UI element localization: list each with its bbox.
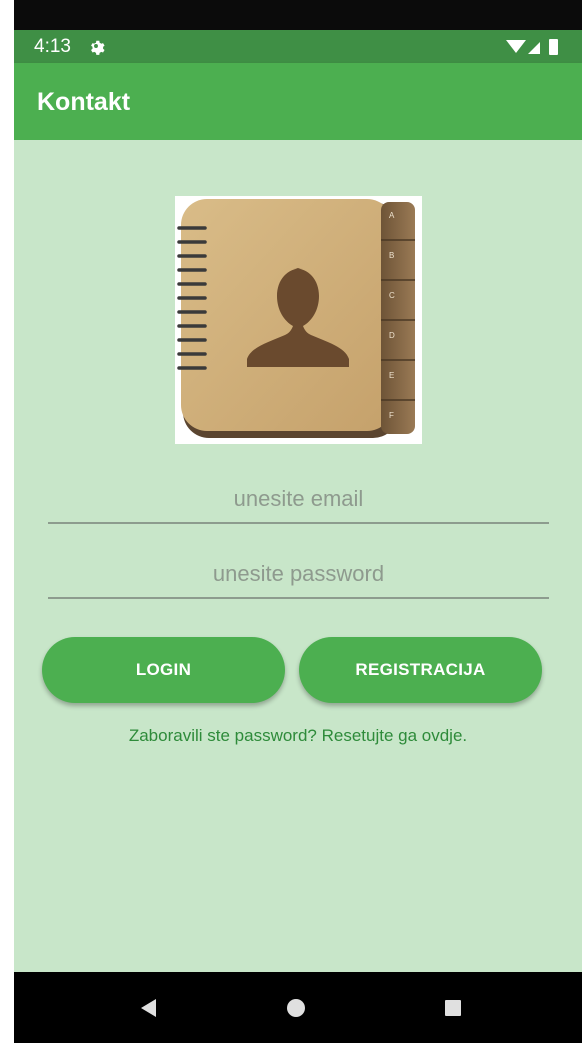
login-screen: A B C D E F LOGIN bbox=[14, 140, 582, 972]
address-book-logo: A B C D E F bbox=[175, 196, 422, 444]
status-bar: 4:13 bbox=[14, 30, 582, 63]
status-right-icons bbox=[506, 39, 558, 55]
email-input[interactable] bbox=[48, 476, 549, 522]
wifi-icon bbox=[506, 40, 526, 53]
forgot-password-link[interactable]: Zaboravili ste password? Resetujte ga ov… bbox=[14, 726, 582, 746]
home-button[interactable] bbox=[282, 994, 310, 1022]
email-field[interactable] bbox=[48, 476, 549, 524]
signal-icon bbox=[528, 42, 540, 54]
app-bar: Kontakt bbox=[14, 63, 582, 140]
top-bezel bbox=[14, 0, 582, 30]
svg-text:F: F bbox=[389, 411, 394, 420]
phone-screen: 4:13 Kontakt A B C D E F unesite email L… bbox=[14, 0, 582, 1043]
address-book-icon: A B C D E F bbox=[177, 199, 415, 438]
password-field[interactable] bbox=[48, 551, 549, 599]
battery-icon bbox=[549, 39, 558, 55]
svg-text:C: C bbox=[389, 291, 395, 300]
svg-text:E: E bbox=[389, 371, 394, 380]
register-button[interactable]: REGISTRACIJA bbox=[299, 637, 542, 703]
recents-button[interactable] bbox=[439, 994, 467, 1022]
back-button[interactable] bbox=[134, 994, 162, 1022]
svg-text:D: D bbox=[389, 331, 395, 340]
back-icon[interactable] bbox=[138, 997, 158, 1019]
index-tabs bbox=[381, 202, 415, 434]
app-title: Kontakt bbox=[37, 88, 131, 116]
gear-icon bbox=[91, 40, 105, 55]
login-button[interactable]: LOGIN bbox=[42, 637, 285, 703]
home-icon[interactable] bbox=[285, 997, 307, 1019]
recents-icon[interactable] bbox=[443, 998, 463, 1018]
svg-text:A: A bbox=[389, 211, 395, 220]
status-time: 4:13 bbox=[34, 36, 71, 57]
svg-text:B: B bbox=[389, 251, 394, 260]
navigation-bar bbox=[14, 972, 582, 1043]
password-input[interactable] bbox=[48, 551, 549, 597]
